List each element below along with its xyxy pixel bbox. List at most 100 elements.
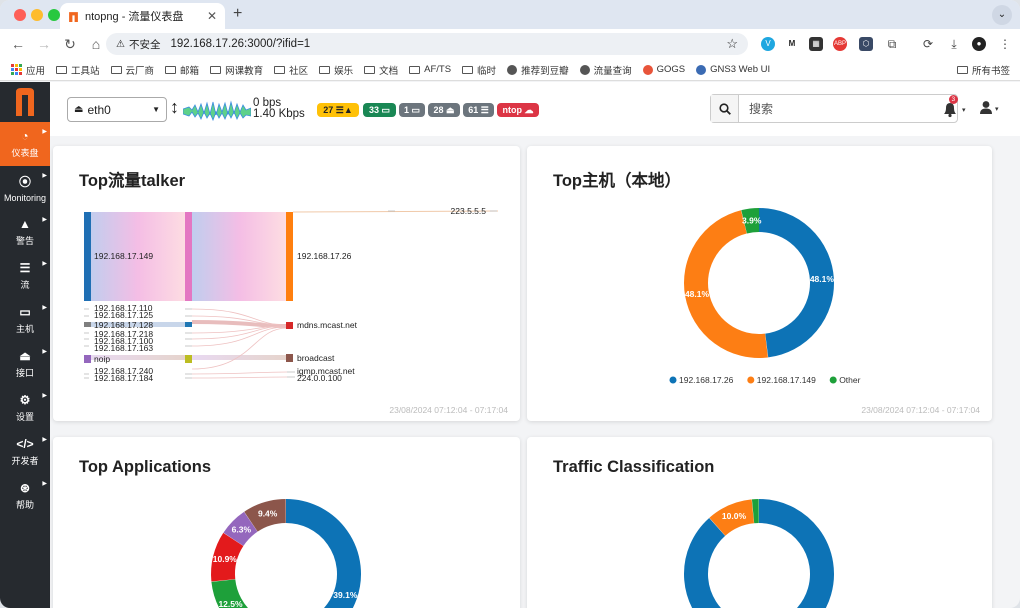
donut-slice-label: 10.0% [722,511,747,521]
search-icon[interactable] [711,95,739,122]
folder-icon [56,65,68,74]
reload-icon[interactable]: ↻ [62,36,78,53]
bookmark-folder[interactable]: 云厂商 [110,63,155,77]
badge-hosts[interactable]: 33 ▭ [363,103,396,117]
performance-icon[interactable]: ⟳ [921,37,935,51]
badge-ntop-cloud[interactable]: ntop ☁ [497,103,539,117]
sankey-node[interactable] [185,355,192,363]
badge-alerts[interactable]: 27 ☰▲ [317,103,359,117]
donut-slice[interactable] [684,499,834,608]
search-input[interactable]: 搜索 [739,95,957,122]
top-applications-card: Top Applications 39.1% 12.5% 10.9% 6.3% 9.4% [53,437,520,608]
sankey-node[interactable] [185,322,192,327]
browser-tab[interactable]: ntopng - 流量仪表盘 ✕ [60,3,225,29]
search-box[interactable]: 搜索 [710,94,958,123]
sankey-node[interactable] [185,212,192,301]
profile-avatar-icon[interactable]: ● [972,37,986,51]
bookmark-folder[interactable]: 娱乐 [319,63,353,77]
ntopng-logo[interactable] [0,82,50,122]
new-tab-button[interactable]: + [233,5,242,23]
all-bookmarks[interactable]: 所有书签 [956,63,1010,77]
extension-v-icon[interactable]: V [761,37,775,51]
sankey-label: 192.168.17.149 [94,251,153,261]
bookmark-folder[interactable]: 文档 [364,63,398,77]
bookmark-link[interactable]: 推荐到豆瓣 [507,63,569,77]
sidebar-item-flows[interactable]: ☰ 流 ▶ [0,254,50,298]
donut-slice-label: 3.9% [742,215,762,225]
sankey-node[interactable] [286,354,293,362]
legend-marker [829,376,837,384]
back-icon[interactable]: ← [10,36,26,52]
bookmark-label: 工具站 [71,65,100,77]
folder-icon [210,65,222,74]
bookmark-folder[interactable]: 社区 [274,63,308,77]
donut-slice[interactable] [684,210,768,358]
sidebar-item-developer[interactable]: </> 开发者 ▶ [0,430,50,474]
sankey-node[interactable] [84,355,91,363]
close-window-button[interactable] [14,9,26,21]
throughput-rates[interactable]: 0 bps 1.40 Kbps [253,97,305,120]
sankey-node[interactable] [84,322,91,327]
bookmark-label: 云厂商 [125,65,155,77]
bookmark-label: 临时 [477,65,497,77]
legend-label[interactable]: 192.168.17.149 [757,375,816,385]
badge-devices[interactable]: 28 ⏏ [428,103,460,117]
bookmark-folder[interactable]: AF/TS [409,64,451,75]
badge-flows[interactable]: 61 ☰ [463,103,494,117]
maximize-window-button[interactable] [48,9,60,21]
donut-slice-label: 10.9% [213,554,238,564]
tab-title: ntopng - 流量仪表盘 [85,11,184,23]
extension-hex-icon[interactable]: ⬡ [859,37,873,51]
badge-count: 1 [403,105,409,115]
interface-select[interactable]: ⏏ eth0 ▼ [67,97,167,122]
bookmark-folder[interactable]: 网课教育 [210,63,263,77]
sidebar-item-alerts[interactable]: ▲ 警告 ▶ [0,210,50,254]
bookmark-folder[interactable]: 临时 [462,63,496,77]
close-tab-icon[interactable]: ✕ [207,9,217,23]
donut-slice-label: 48.1% [685,289,710,299]
minimize-window-button[interactable] [31,9,43,21]
sankey-minor-links [191,308,288,379]
sidebar-item-hosts[interactable]: ▭ 主机 ▶ [0,298,50,342]
sankey-node[interactable] [286,322,293,329]
adblock-icon[interactable]: ABP [833,37,847,51]
bookmark-star-icon[interactable]: ☆ [726,36,738,52]
folder-icon [409,65,421,74]
legend-marker [747,376,755,384]
forward-icon[interactable]: → [36,36,52,52]
bookmark-apps[interactable]: 应用 [11,63,45,77]
home-icon[interactable]: ⌂ [88,36,104,52]
top-hosts-donut-chart: 48.1% 48.1% 3.9% 192.168.17.26 192.168.17.14… [669,208,861,385]
sidebar-item-settings[interactable]: ⚙ 设置 ▶ [0,386,50,430]
bookmark-folder[interactable]: 邮箱 [165,63,199,77]
bookmark-folder[interactable]: 工具站 [56,63,100,77]
extension-m-icon[interactable]: M [785,37,799,51]
bookmark-label: 推荐到豆瓣 [521,65,569,77]
donut-slice-label: 39.1% [333,590,358,600]
tab-search-chevron-icon[interactable]: ⌄ [992,5,1012,25]
address-bar[interactable]: ⚠ 不安全 192.168.17.26:3000/?ifid=1 ☆ [106,33,748,55]
sankey-node[interactable] [286,212,293,301]
donut-slice-label: 12.5% [218,599,243,608]
bookmark-link[interactable]: GOGS [642,64,685,75]
extensions-puzzle-icon[interactable]: ⧉ [885,37,899,51]
bookmark-link[interactable]: 流量查询 [579,63,632,77]
caret-right-icon: ▶ [42,217,47,223]
badge-count: 28 [433,105,444,115]
browser-menu-icon[interactable]: ⋮ [998,37,1012,51]
sidebar-item-interfaces[interactable]: ⏏ 接口 ▶ [0,342,50,386]
user-menu[interactable]: ▾ [980,100,1004,119]
badge-remote-hosts[interactable]: 1 ▭ [399,103,425,117]
caret-right-icon: ▶ [42,129,47,135]
sidebar-item-help[interactable]: ⊛ 帮助 ▶ [0,474,50,518]
download-icon[interactable]: ⤓ [947,37,961,51]
notifications-bell-icon[interactable]: ▾ 3 [942,95,966,121]
sidebar-item-dashboard[interactable]: ◔ 仪表盘 ▶ [0,122,50,166]
legend-label[interactable]: Other [839,375,860,385]
bookmark-link[interactable]: GNS3 Web UI [696,64,770,75]
sidebar-item-monitoring[interactable]: ⦿ Monitoring ▶ [0,166,50,210]
extension-shop-icon[interactable]: ▦ [809,37,823,51]
legend-label[interactable]: 192.168.17.26 [679,375,734,385]
top-header: ⏏ eth0 ▼ ↕ 0 bps 1.40 Kbps 27 ☰▲ 33 ▭ 1 … [50,82,1020,136]
sankey-node[interactable] [84,212,91,301]
